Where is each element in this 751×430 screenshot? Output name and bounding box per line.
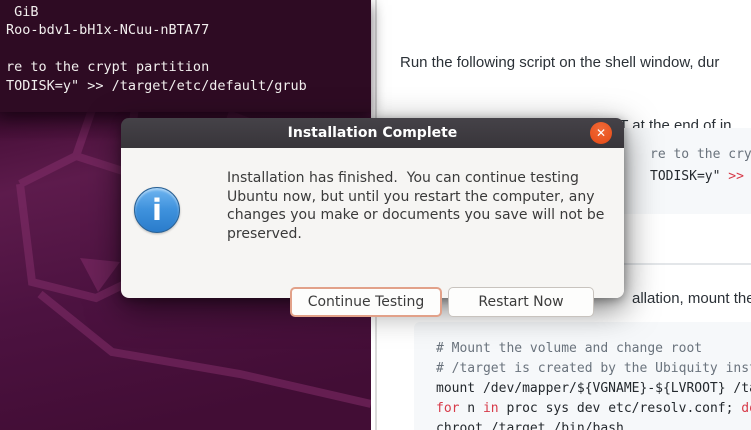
dialog-title: Installation Complete	[121, 118, 624, 148]
code-comment: re to the crypt pa	[650, 145, 751, 165]
terminal-line: TODISK=y" >> /target/etc/default/grub	[6, 77, 371, 95]
code-line: TODISK=y" >> /target/etc	[650, 167, 751, 187]
close-icon[interactable]: ✕	[590, 122, 612, 144]
terminal-line	[6, 40, 371, 58]
terminal-window[interactable]: GiB Roo-bdv1-bH1x-NCuu-nBTA77 re to the …	[0, 0, 371, 112]
terminal-line: re to the crypt partition	[6, 58, 371, 76]
installation-complete-dialog: Installation Complete ✕ i Installation h…	[121, 118, 624, 298]
terminal-line: Roo-bdv1-bH1x-NCuu-nBTA77	[6, 21, 371, 39]
code-comment: # /target is created by the Ubiquity ins…	[436, 359, 751, 379]
screen: GiB Roo-bdv1-bH1x-NCuu-nBTA77 re to the …	[0, 0, 751, 430]
code-line: mount /dev/mapper/${VGNAME}-${LVROOT} /t…	[436, 379, 751, 399]
dialog-message: Installation has finished. You can conti…	[227, 169, 604, 243]
code-line: for n in proc sys dev etc/resolv.conf; d…	[436, 399, 751, 419]
info-icon: i	[134, 187, 180, 233]
code-comment: # Mount the volume and change root	[436, 339, 751, 359]
dialog-body: i Installation has finished. You can con…	[121, 148, 624, 298]
terminal-line: GiB	[6, 3, 371, 21]
paragraph-mount-target: allation, mount the ta	[632, 287, 751, 310]
code-line: chroot /target /bin/bash	[436, 419, 751, 430]
code-block-chroot: # Mount the volume and change root # /ta…	[414, 322, 751, 430]
continue-testing-button[interactable]: Continue Testing	[290, 287, 442, 317]
restart-now-button[interactable]: Restart Now	[448, 287, 594, 317]
dialog-titlebar[interactable]: Installation Complete ✕	[121, 118, 624, 148]
